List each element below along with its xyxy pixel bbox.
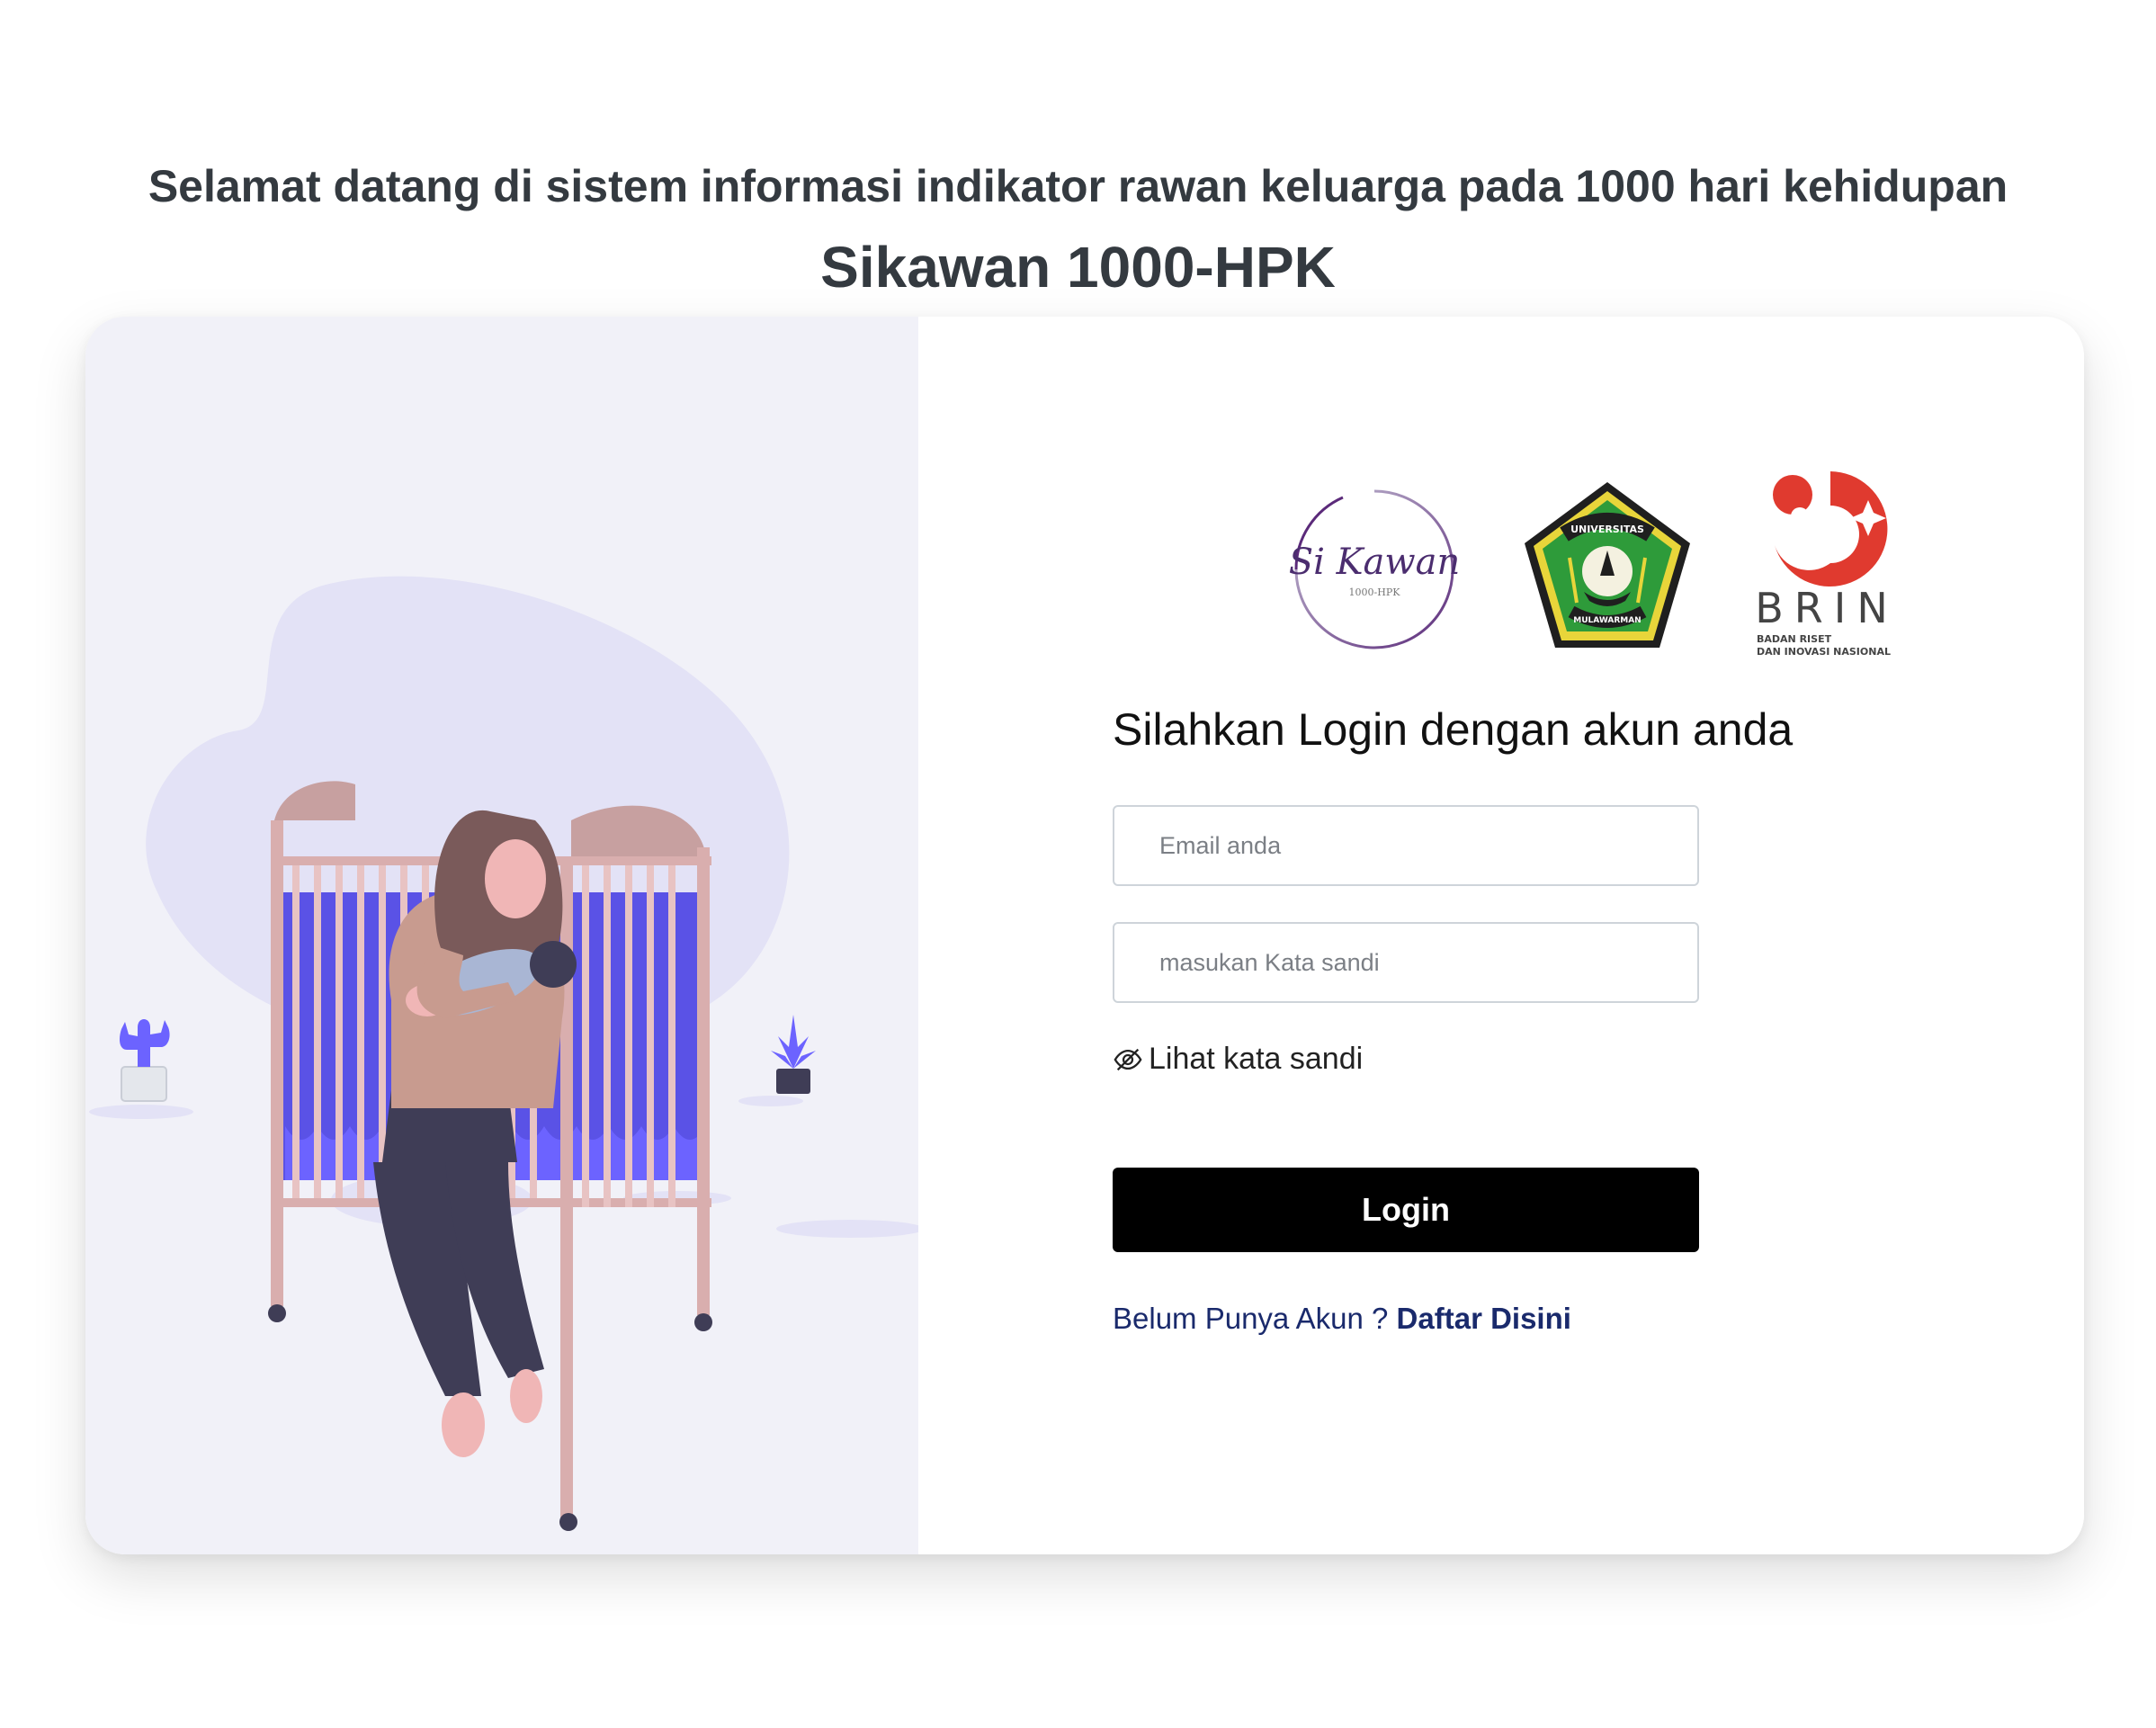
register-link[interactable]: Daftar Disini — [1397, 1302, 1571, 1335]
email-input[interactable] — [1113, 805, 1699, 886]
brin-logo-line1: BADAN RISET — [1757, 633, 1832, 645]
mother-baby-crib-illustration — [89, 576, 918, 1531]
illustration-panel — [85, 317, 918, 1554]
login-heading: Silahkan Login dengan akun anda — [1113, 704, 1794, 755]
brin-logo-name: BRIN — [1755, 584, 1899, 632]
unmul-logo-bottom-text: MULAWARMAN — [1573, 616, 1641, 625]
brin-logo: BRIN BADAN RISET DAN INOVASI NASIONAL — [1755, 471, 1899, 658]
register-prompt: Belum Punya Akun ? — [1113, 1302, 1389, 1335]
show-password-label: Lihat kata sandi — [1149, 1042, 1364, 1076]
eye-slash-icon — [1114, 1048, 1142, 1070]
welcome-text: Selamat datang di sistem informasi indik… — [148, 161, 2008, 211]
login-page: Selamat datang di sistem informasi indik… — [0, 0, 2156, 1728]
show-password-toggle[interactable]: Lihat kata sandi — [1113, 1042, 1363, 1077]
app-title: Sikawan 1000-HPK — [820, 235, 1336, 300]
brin-logo-line2: DAN INOVASI NASIONAL — [1757, 646, 1891, 658]
sikawan-logo: Si Kawan 1000-HPK — [1289, 489, 1460, 649]
login-button[interactable]: Login — [1113, 1168, 1699, 1252]
login-form-panel: Si Kawan 1000-HPK UNIVERSITAS MULAWARMAN — [918, 317, 2084, 1554]
sikawan-logo-name: Si Kawan — [1289, 542, 1460, 583]
sikawan-logo-subtitle: 1000-HPK — [1349, 586, 1401, 598]
unmul-logo: UNIVERSITAS MULAWARMAN — [1525, 482, 1690, 648]
login-card: Si Kawan 1000-HPK UNIVERSITAS MULAWARMAN — [85, 317, 2084, 1554]
password-input[interactable] — [1113, 922, 1699, 1003]
unmul-logo-top-text: UNIVERSITAS — [1570, 524, 1644, 535]
register-line: Belum Punya Akun ? Daftar Disini — [1113, 1302, 1571, 1336]
